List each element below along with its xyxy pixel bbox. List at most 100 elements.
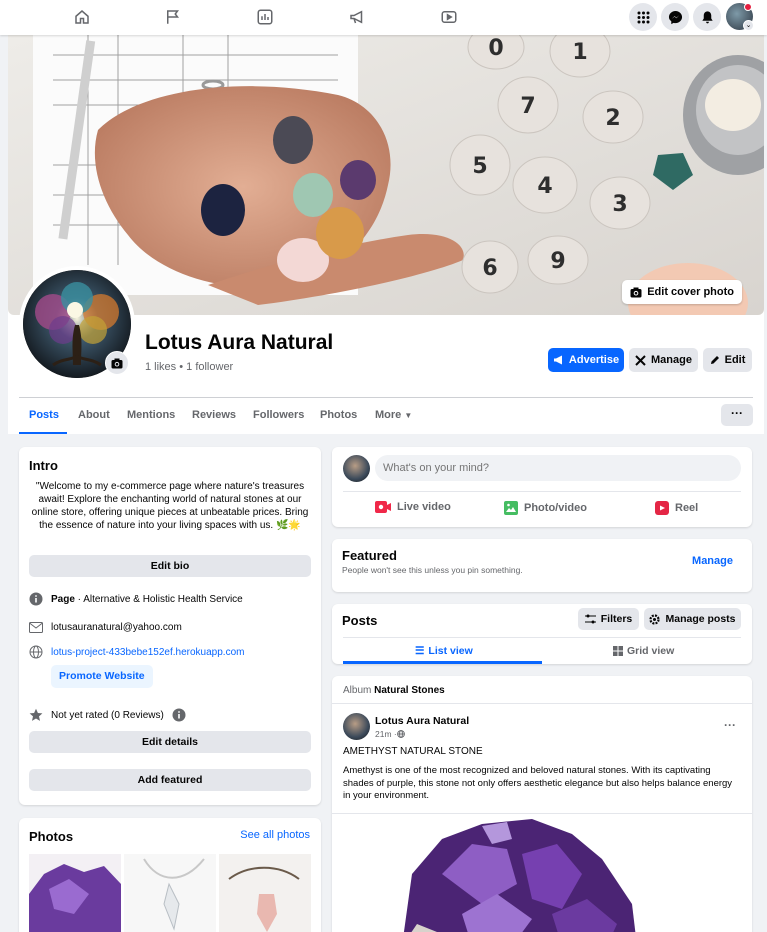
post-meta: 21m · [375, 729, 405, 739]
more-options-button[interactable]: ··· [721, 404, 753, 426]
promote-website-button[interactable]: Promote Website [51, 665, 153, 688]
advertise-label: Advertise [568, 354, 620, 366]
reel-icon [655, 501, 669, 515]
tools-icon [635, 354, 646, 366]
header-divider [19, 397, 753, 398]
website-link[interactable]: lotus-project-433bebe152ef.herokuapp.com [51, 647, 244, 658]
manage-posts-button[interactable]: Manage posts [644, 608, 741, 630]
svg-text:2: 2 [605, 106, 620, 131]
tab-reviews[interactable]: Reviews [192, 409, 236, 421]
post-card: Album Natural Stones Lotus Aura Natural … [332, 676, 752, 932]
svg-text:7: 7 [520, 94, 535, 119]
tab-photos[interactable]: Photos [320, 409, 357, 421]
tab-mentions[interactable]: Mentions [127, 409, 175, 421]
page-stats: 1 likes • 1 follower [145, 361, 234, 373]
pencil-icon [710, 356, 719, 364]
whats-on-your-mind-input[interactable] [375, 455, 741, 481]
post-composer: Live video Photo/video Reel [332, 447, 752, 527]
star-icon [29, 708, 43, 722]
edit-page-button[interactable]: Edit [703, 348, 752, 372]
megaphone-icon [553, 355, 562, 365]
manage-posts-label: Manage posts [665, 613, 736, 625]
tab-more[interactable]: More ▼ [375, 409, 412, 421]
intro-card: Intro "Welcome to my e-commerce page whe… [19, 447, 321, 805]
post-options-button[interactable]: ··· [724, 718, 736, 732]
page-avatar[interactable] [343, 455, 370, 482]
envelope-icon [29, 620, 43, 634]
see-all-photos-link[interactable]: See all photos [240, 829, 310, 841]
intro-bio: "Welcome to my e-commerce page where nat… [31, 481, 309, 531]
advertise-button[interactable]: Advertise [548, 348, 624, 372]
post-time[interactable]: 21m · [375, 729, 397, 739]
filters-button[interactable]: Filters [578, 608, 639, 630]
posts-header-card: Posts Filters Manage posts ☰ List view G… [332, 604, 752, 664]
post-author[interactable]: Lotus Aura Natural [375, 715, 469, 727]
svg-text:5: 5 [472, 154, 487, 179]
globe-icon [396, 730, 405, 738]
reel-button[interactable]: Reel [655, 501, 698, 515]
photos-title: Photos [29, 829, 74, 844]
camera-icon [630, 287, 642, 297]
tab-followers[interactable]: Followers [253, 409, 304, 421]
update-profile-picture-button[interactable] [105, 351, 129, 375]
contact-email: lotusauranatural@yahoo.com [51, 621, 182, 633]
globe-icon [29, 645, 43, 659]
edit-details-button[interactable]: Edit details [29, 731, 311, 753]
insights-icon[interactable] [256, 8, 274, 26]
page-category: · Alternative & Holistic Health Service [74, 593, 243, 605]
manage-button[interactable]: Manage [629, 348, 698, 372]
add-featured-button[interactable]: Add featured [29, 769, 311, 791]
post-body: Amethyst is one of the most recognized a… [343, 765, 733, 801]
notifications-bell-icon[interactable] [693, 3, 721, 31]
photo-video-button[interactable]: Photo/video [504, 501, 587, 515]
menu-grid-icon[interactable] [629, 3, 657, 31]
cover-photo: 0 1 7 2 5 4 3 6 9 [8, 35, 764, 315]
svg-text:1: 1 [572, 40, 587, 65]
category-row: Page · Alternative & Holistic Health Ser… [29, 592, 243, 606]
live-video-button[interactable]: Live video [375, 501, 451, 513]
manage-label: Manage [651, 354, 692, 366]
sliders-icon [584, 614, 596, 624]
photos-card: Photos See all photos [19, 818, 321, 932]
edit-cover-photo-button[interactable]: Edit cover photo [622, 280, 742, 304]
album-prefix: Album [343, 685, 375, 696]
posts-divider [343, 637, 741, 638]
caret-down-icon: ▼ [404, 411, 413, 420]
photo-thumbnail[interactable] [29, 854, 121, 932]
video-icon[interactable] [440, 8, 458, 26]
messenger-icon[interactable] [661, 3, 689, 31]
chevron-down-icon[interactable]: ⌄ [743, 20, 754, 31]
list-view-tab[interactable]: ☰ List view [415, 645, 473, 657]
post-author-avatar[interactable] [343, 713, 370, 740]
info-icon [29, 592, 43, 606]
view-tab-indicator [343, 661, 542, 664]
tab-posts[interactable]: Posts [29, 409, 59, 421]
svg-text:6: 6 [482, 256, 497, 281]
filters-label: Filters [600, 613, 633, 625]
notification-dot [744, 3, 752, 11]
ads-megaphone-icon[interactable] [348, 8, 366, 26]
tab-about[interactable]: About [78, 409, 110, 421]
home-icon[interactable] [73, 8, 91, 26]
edit-bio-button[interactable]: Edit bio [29, 555, 311, 577]
featured-subtitle: People won't see this unless you pin som… [342, 565, 523, 575]
list-icon: ☰ [415, 645, 425, 657]
grid-view-tab[interactable]: Grid view [613, 645, 674, 657]
top-navigation-bar: ⌄ [0, 0, 767, 35]
info-icon[interactable] [172, 708, 186, 722]
email-row: lotusauranatural@yahoo.com [29, 620, 182, 634]
post-image[interactable] [332, 814, 752, 932]
post-heading: AMETHYST NATURAL STONE [343, 746, 483, 757]
active-tab-indicator [19, 432, 67, 434]
intro-title: Intro [29, 458, 58, 473]
photo-thumbnail[interactable] [124, 854, 216, 932]
profile-header: 017 254 369 Edit cover photo Lotus Aura … [8, 35, 764, 434]
composer-divider [343, 491, 741, 492]
album-line: Album Natural Stones [343, 685, 445, 696]
featured-manage-link[interactable]: Manage [692, 555, 733, 567]
svg-text:3: 3 [612, 192, 627, 217]
posts-title: Posts [342, 613, 378, 628]
album-name[interactable]: Natural Stones [374, 685, 445, 696]
pages-flag-icon[interactable] [164, 8, 182, 26]
photo-thumbnail[interactable] [219, 854, 311, 932]
